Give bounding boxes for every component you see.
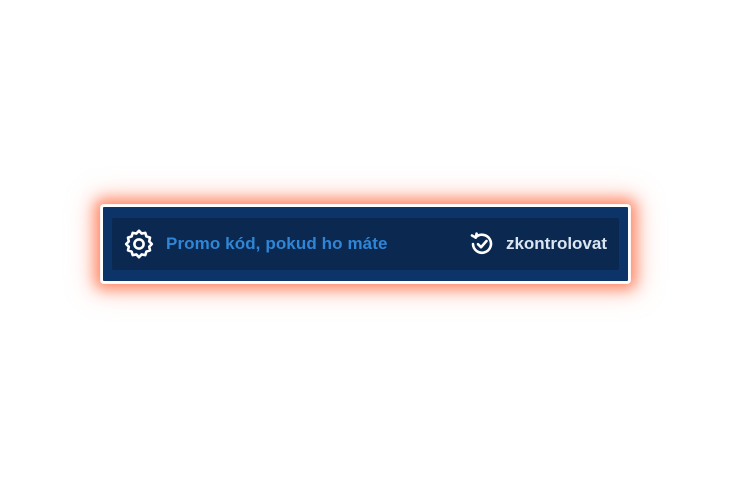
gear-icon (124, 229, 154, 259)
promo-code-input[interactable]: Promo kód, pokud ho máte (124, 229, 388, 259)
promo-code-placeholder: Promo kód, pokud ho máte (166, 234, 388, 253)
check-promo-button[interactable]: zkontrolovat (468, 230, 607, 258)
promo-code-panel: Promo kód, pokud ho máte zkontrolovat (101, 205, 630, 283)
promo-code-bar: Promo kód, pokud ho máte zkontrolovat (112, 218, 619, 270)
check-promo-label: zkontrolovat (505, 234, 607, 253)
page: Promo kód, pokud ho máte zkontrolovat (0, 0, 734, 500)
refresh-check-icon (468, 230, 496, 258)
